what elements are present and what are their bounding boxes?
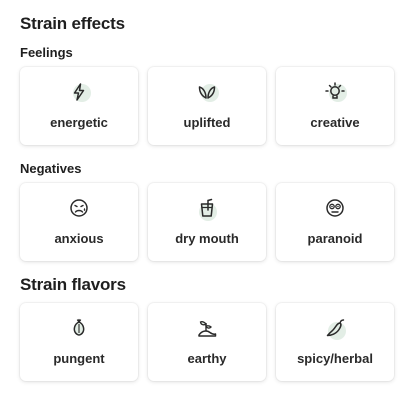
- flavors-grid: pungent earthy spicy/herbal: [20, 303, 394, 381]
- glass-with-straw-icon: [196, 197, 218, 221]
- flavor-card-spicy-herbal[interactable]: spicy/herbal: [276, 303, 394, 381]
- negative-card-dry-mouth[interactable]: dry mouth: [148, 183, 266, 261]
- feeling-card-uplifted[interactable]: uplifted: [148, 67, 266, 145]
- feeling-card-creative[interactable]: creative: [276, 67, 394, 145]
- negative-label: dry mouth: [175, 231, 239, 246]
- lightning-icon: [68, 81, 91, 103]
- strain-panel: Strain effects Feelings energetic uplift…: [0, 0, 414, 400]
- sprout-icon: [196, 81, 219, 103]
- chili-pepper-icon: [324, 317, 346, 340]
- flavor-label: spicy/herbal: [297, 351, 373, 366]
- strain-effects-title: Strain effects: [20, 14, 125, 33]
- feeling-label: uplifted: [183, 115, 231, 130]
- feeling-label: energetic: [50, 115, 108, 130]
- feelings-grid: energetic uplifted creative: [20, 67, 394, 145]
- flavor-card-earthy[interactable]: earthy: [148, 303, 266, 381]
- flavor-label: earthy: [187, 351, 227, 366]
- onion-icon: [68, 317, 90, 339]
- feeling-card-energetic[interactable]: energetic: [20, 67, 138, 145]
- negative-card-anxious[interactable]: anxious: [20, 183, 138, 261]
- negative-label: anxious: [54, 231, 104, 246]
- negative-card-paranoid[interactable]: paranoid: [276, 183, 394, 261]
- strain-flavors-title: Strain flavors: [20, 275, 126, 294]
- negatives-grid: anxious dry mouth paranoid: [20, 183, 394, 261]
- feeling-label: creative: [310, 115, 360, 130]
- flavor-card-pungent[interactable]: pungent: [20, 303, 138, 381]
- paranoid-face-icon: [324, 197, 346, 219]
- negatives-heading: Negatives: [20, 161, 82, 176]
- negative-label: paranoid: [307, 231, 363, 246]
- plant-in-soil-icon: [196, 317, 218, 339]
- flavor-label: pungent: [53, 351, 105, 366]
- lightbulb-icon: [324, 81, 347, 103]
- anxious-face-icon: [68, 197, 90, 219]
- feelings-heading: Feelings: [20, 45, 73, 60]
